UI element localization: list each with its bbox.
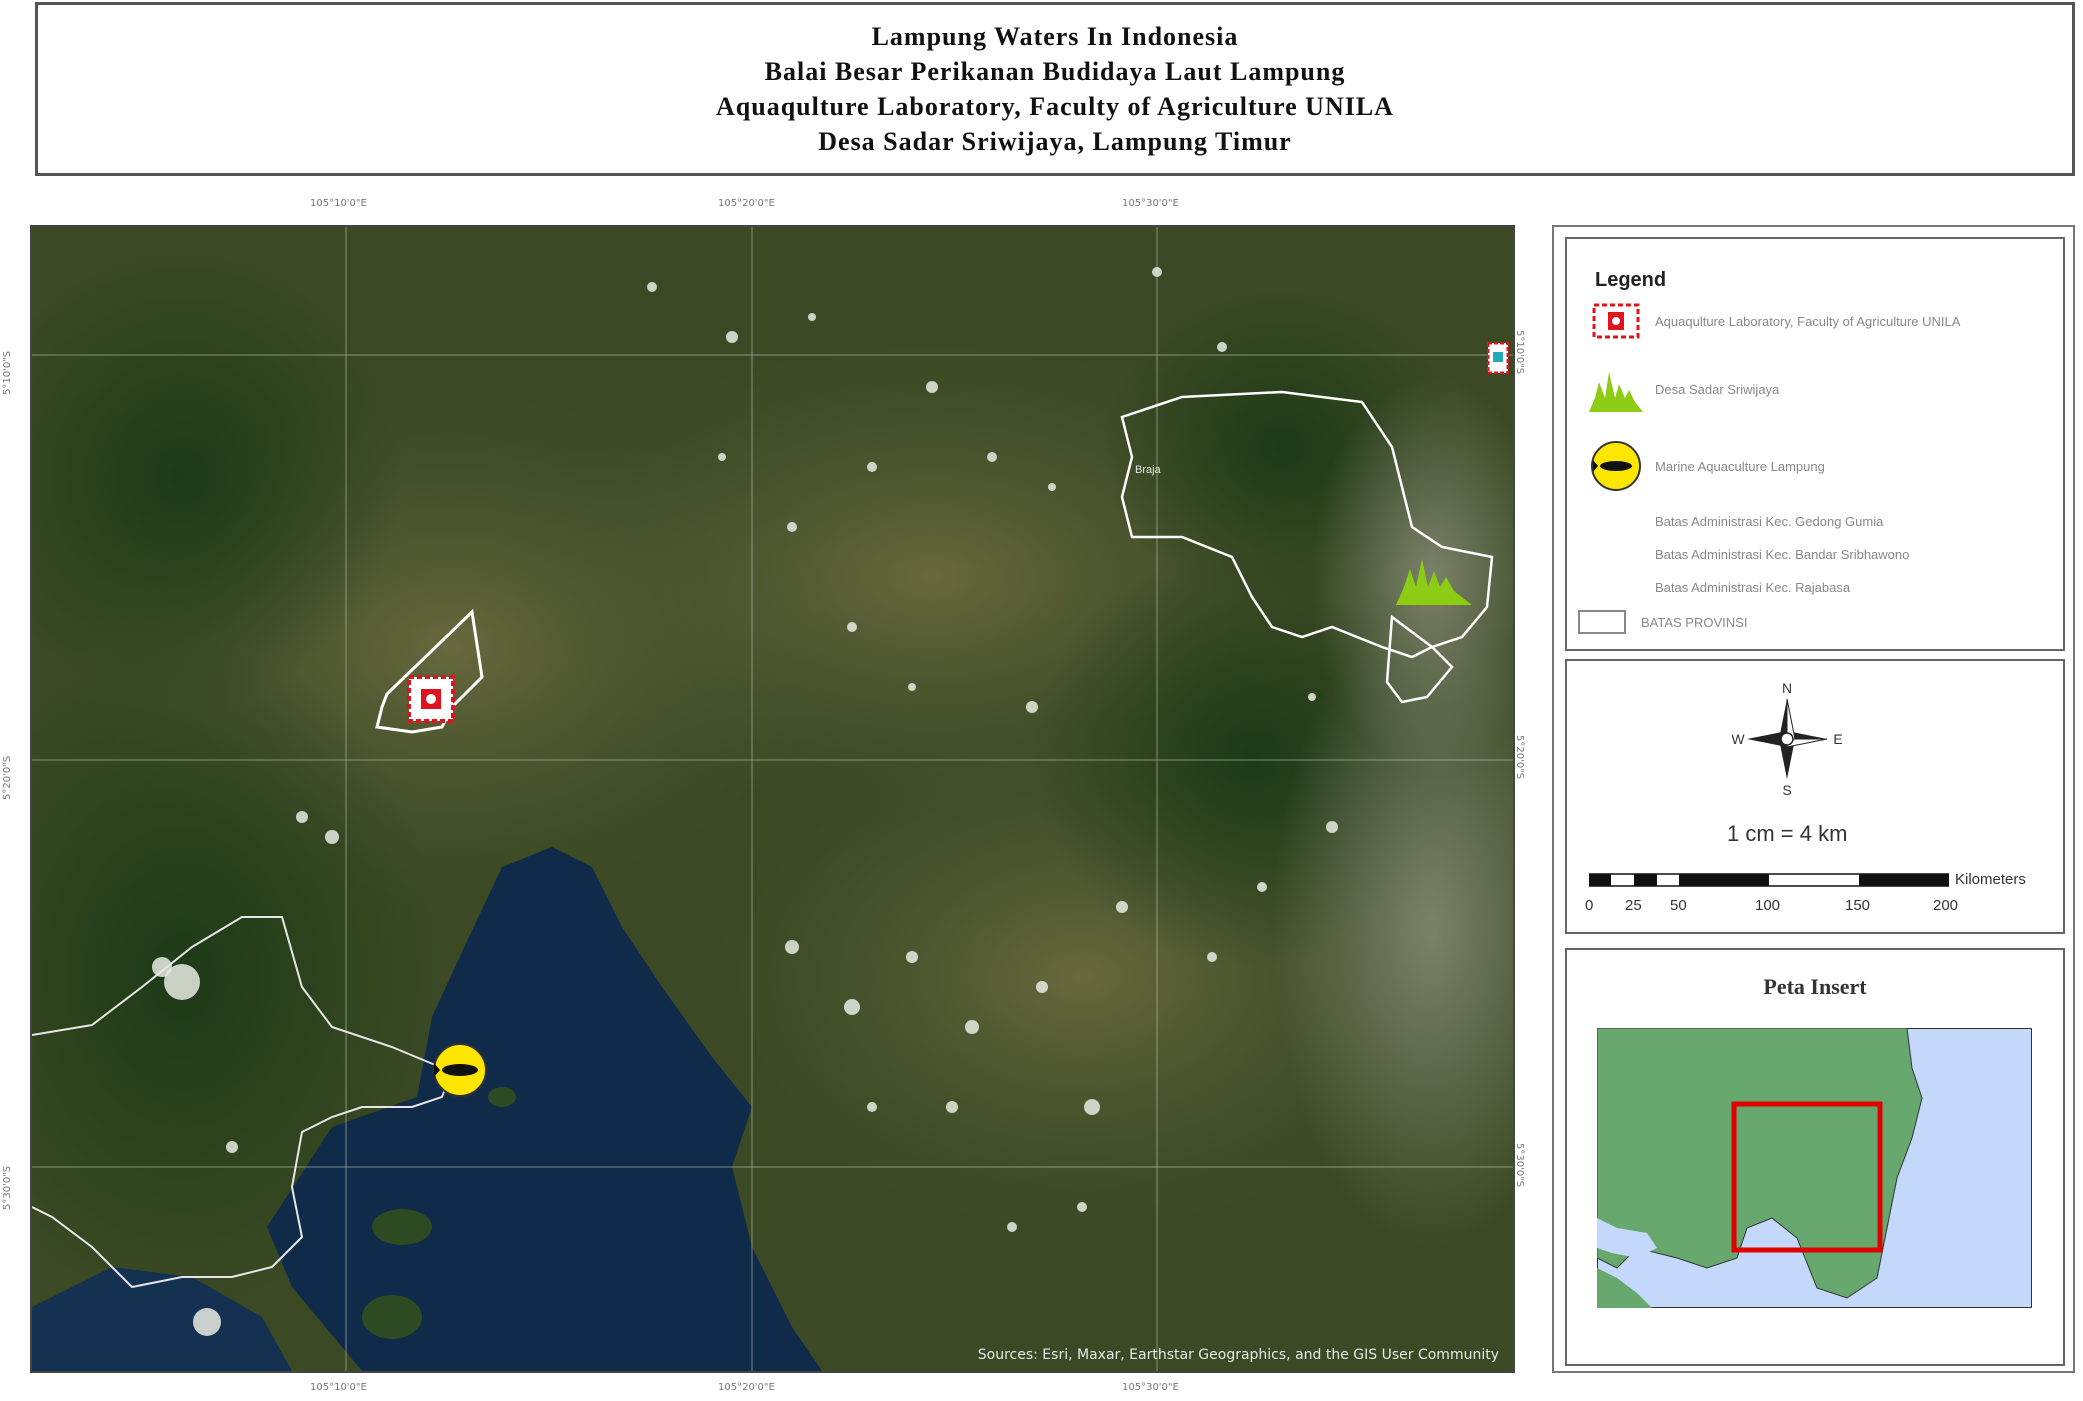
map-title-box: Lampung Waters In Indonesia Balai Besar … xyxy=(35,2,2075,176)
island xyxy=(372,1209,432,1245)
tick-right-3: 5°30'0"S xyxy=(1514,1143,1525,1188)
tick-left-1: 5°10'0"S xyxy=(2,350,13,395)
scale-tick-50: 50 xyxy=(1670,897,1687,914)
place-label-braja: Braja xyxy=(1135,464,1162,476)
compass-e: E xyxy=(1833,731,1842,747)
north-arrow-icon: N S E W xyxy=(1732,680,1842,798)
legend-item-gedong-gumia: Batas Administrasi Kec. Gedong Gumia xyxy=(1587,509,1883,533)
legend-box: Legend Aquaqulture Laboratory, Faculty o… xyxy=(1565,237,2065,651)
marine-marker[interactable] xyxy=(432,1042,488,1098)
legend-label-lab: Aquaqulture Laboratory, Faculty of Agric… xyxy=(1655,313,1961,329)
title-line-1: Lampung Waters In Indonesia xyxy=(871,22,1239,51)
scale-tick-0: 0 xyxy=(1585,897,1594,914)
tick-left-2: 5°20'0"S xyxy=(2,755,13,800)
map-credit: Sources: Esri, Maxar, Earthstar Geograph… xyxy=(977,1347,1499,1363)
tick-top-1: 105°10'0"E xyxy=(310,198,367,209)
legend-label-marine: Marine Aquaculture Lampung xyxy=(1655,458,1825,474)
legend-item-marine: Marine Aquaculture Lampung xyxy=(1587,441,1825,491)
title-line-3: Aquaqulture Laboratory, Faculty of Agric… xyxy=(716,92,1394,121)
lab-marker-edge xyxy=(1487,342,1509,374)
satellite-map: Braja xyxy=(32,227,1513,1371)
scale-box: N S E W 1 cm = 4 km Kilometers 0 25 50 1… xyxy=(1565,659,2065,934)
title-line-4: Desa Sadar Sriwijaya, Lampung Timur xyxy=(818,127,1292,156)
boundary-swatch-icon xyxy=(1573,608,1631,636)
marine-icon xyxy=(1587,441,1645,491)
scale-tick-150: 150 xyxy=(1845,897,1871,914)
tick-top-3: 105°30'0"E xyxy=(1122,198,1179,209)
island xyxy=(362,1295,422,1339)
legend-item-rajabasa: Batas Administrasi Kec. Rajabasa xyxy=(1587,575,1850,599)
village-marker[interactable] xyxy=(1394,547,1474,607)
tick-top-2: 105°20'0"E xyxy=(718,198,775,209)
scale-tick-200: 200 xyxy=(1933,897,1959,914)
inset-map xyxy=(1597,1028,2032,1308)
tick-bottom-1: 105°10'0"E xyxy=(310,1382,367,1393)
compass-s: S xyxy=(1782,782,1791,798)
lab-icon xyxy=(1587,299,1645,343)
scale-ratio: 1 cm = 4 km xyxy=(1727,821,1848,846)
compass-w: W xyxy=(1732,731,1745,747)
legend-title: Legend xyxy=(1595,269,1667,291)
lab-marker[interactable] xyxy=(407,675,455,723)
boundary-line-icon xyxy=(1587,575,1645,599)
tick-right-1: 5°10'0"S xyxy=(1514,330,1525,375)
legend-label-village: Desa Sadar Sriwijaya xyxy=(1655,381,1780,397)
legend-label-bandar-sribhawono: Batas Administrasi Kec. Bandar Sribhawon… xyxy=(1655,546,1910,562)
tick-bottom-3: 105°30'0"E xyxy=(1122,1382,1179,1393)
scale-unit: Kilometers xyxy=(1955,871,2026,888)
boundary-line-icon xyxy=(1587,542,1645,566)
map-frame[interactable]: Braja Sources: Esri, Maxar, Earthstar Ge… xyxy=(30,225,1515,1373)
legend-item-lab: Aquaqulture Laboratory, Faculty of Agric… xyxy=(1587,299,1960,343)
legend-item-bandar-sribhawono: Batas Administrasi Kec. Bandar Sribhawon… xyxy=(1587,542,1909,566)
scale-tick-100: 100 xyxy=(1755,897,1781,914)
inset-title: Peta Insert xyxy=(1763,974,1867,999)
village-icon xyxy=(1587,367,1645,412)
tick-left-3: 5°30'0"S xyxy=(2,1165,13,1210)
legend-label-province: BATAS PROVINSI xyxy=(1641,614,1748,630)
legend-item-province: BATAS PROVINSI xyxy=(1573,608,1747,636)
island xyxy=(488,1087,516,1107)
boundary-line-icon xyxy=(1587,509,1645,533)
scale-tick-25: 25 xyxy=(1625,897,1642,914)
scale-bar xyxy=(1589,873,1949,887)
legend-label-rajabasa: Batas Administrasi Kec. Rajabasa xyxy=(1655,579,1851,595)
legend-label-gedong-gumia: Batas Administrasi Kec. Gedong Gumia xyxy=(1655,513,1884,529)
title-line-2: Balai Besar Perikanan Budidaya Laut Lamp… xyxy=(764,57,1346,86)
tick-bottom-2: 105°20'0"E xyxy=(718,1382,775,1393)
inset-map-box: Peta Insert xyxy=(1565,948,2065,1366)
tick-right-2: 5°20'0"S xyxy=(1514,735,1525,780)
compass-n: N xyxy=(1782,680,1792,696)
legend-item-village: Desa Sadar Sriwijaya xyxy=(1587,367,1780,412)
